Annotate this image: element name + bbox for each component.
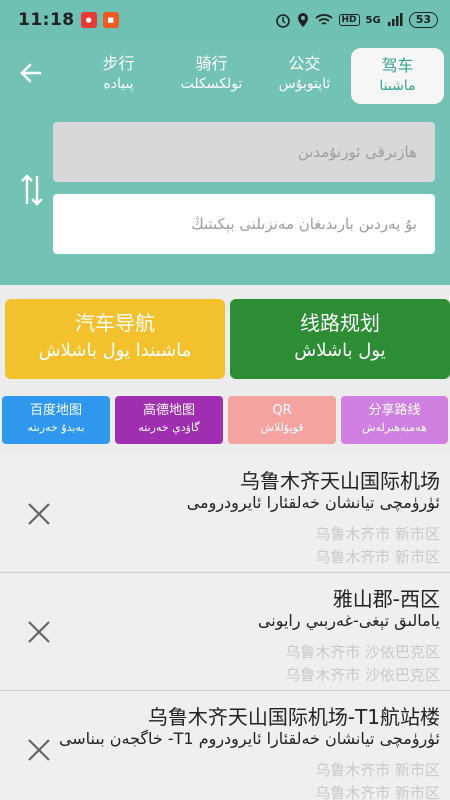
car-navigation-button[interactable]: 汽车导航 ماشىندا يول باشلاش [5, 299, 225, 379]
share-route-zh: 分享路线 [368, 403, 421, 418]
tab-walk-ug: پىيادە [103, 76, 134, 92]
destination-input[interactable]: بۇ يەردىن بارىدىغان مەنزىلنى بېكىتىڭ [53, 194, 435, 254]
baidu-map-button[interactable]: 百度地图 بەيدۇ خەرىتە [2, 396, 110, 444]
tab-bus-ug: ئاپتوبۇس [278, 76, 331, 92]
alarm-icon [275, 14, 290, 28]
baidu-map-zh: 百度地图 [29, 403, 82, 418]
amap-button[interactable]: 高德地图 گاۋدې خەرىتە [115, 396, 223, 444]
car-navigation-zh: 汽车导航 [75, 311, 155, 335]
tab-walk[interactable]: 步行 پىيادە [72, 46, 165, 106]
swap-vertical-icon [21, 174, 43, 206]
amap-zh: 高德地图 [142, 403, 195, 418]
route-header: 步行 پىيادە 骑行 تولكسكلت 公交 ئاپتوبۇس 驾车 ماش… [0, 40, 450, 285]
baidu-map-ug: بەيدۇ خەرىتە [27, 421, 85, 434]
tab-drive[interactable]: 驾车 ماشىنا [351, 48, 444, 104]
swap-button[interactable] [20, 170, 44, 210]
place-location: 乌鲁木齐市 沙依巴克区 [285, 643, 440, 661]
place-subtitle: يامالىق تېغى-غەربىي رايونى [257, 611, 440, 630]
qr-zh: QR [272, 403, 292, 418]
history-list: 乌鲁木齐天山国际机场 ئۈرۈمچى تيانشان خەلقئارا ئاير… [0, 455, 450, 800]
hd-badge: HD [338, 14, 360, 26]
car-navigation-ug: ماشىندا يول باشلاش [38, 340, 192, 361]
app-notification-icon-2: ■ [102, 12, 119, 28]
arrow-left-icon [20, 63, 42, 83]
tab-cycle-ug: تولكسكلت [180, 76, 243, 92]
travel-mode-tabs: 步行 پىيادە 骑行 تولكسكلت 公交 ئاپتوبۇس 驾车 ماش… [72, 46, 444, 106]
qr-button[interactable]: QR قويۇللاش [228, 396, 336, 444]
place-location-2: 乌鲁木齐市 沙依巴克区 [285, 666, 440, 684]
tab-bus[interactable]: 公交 ئاپتوبۇس [258, 46, 351, 106]
signal-icon [387, 13, 403, 26]
place-title: 乌鲁木齐天山国际机场-T1航站楼 [147, 705, 440, 729]
place-location-2: 乌鲁木齐市 新市区 [315, 548, 440, 566]
tab-drive-ug: ماشىنا [379, 78, 416, 94]
route-planning-button[interactable]: 线路规划 يول باشلاش [230, 299, 450, 379]
place-location-2: 乌鲁木齐市 新市区 [315, 784, 440, 800]
close-icon[interactable] [26, 619, 52, 645]
qr-ug: قويۇللاش [260, 421, 304, 434]
tab-bus-zh: 公交 [288, 54, 321, 73]
place-title: 乌鲁木齐天山国际机场 [240, 469, 440, 493]
close-icon[interactable] [26, 501, 52, 527]
place-subtitle: ئۈرۈمچى تيانشان خەلقئارا ئايرودروم T1- خ… [58, 729, 440, 748]
route-planning-ug: يول باشلاش [294, 340, 386, 361]
list-item[interactable]: 雅山郡-西区 يامالىق تېغى-غەربىي رايونى 乌鲁木齐市 … [0, 573, 450, 691]
origin-input[interactable]: ھازىرقى ئورنۇمدىن [53, 122, 435, 182]
list-item[interactable]: 乌鲁木齐天山国际机场-T1航站楼 ئۈرۈمچى تيانشان خەلقئار… [0, 691, 450, 800]
back-button[interactable] [18, 60, 52, 94]
place-location: 乌鲁木齐市 新市区 [315, 761, 440, 779]
place-subtitle: ئۈرۈمچى تيانشان خەلقئارا ئايرودرومى [186, 493, 440, 512]
tab-cycle-zh: 骑行 [195, 54, 228, 73]
status-bar: 11:18 ● ■ HD 5G 53 [0, 0, 450, 40]
tab-walk-zh: 步行 [102, 54, 135, 73]
app-notification-icon: ● [80, 12, 97, 28]
tab-drive-zh: 驾车 [381, 56, 414, 75]
list-item[interactable]: 乌鲁木齐天山国际机场 ئۈرۈمچى تيانشان خەلقئارا ئاير… [0, 455, 450, 573]
place-title: 雅山郡-西区 [332, 587, 440, 611]
route-planning-zh: 线路规划 [300, 311, 380, 335]
battery-indicator: 53 [408, 12, 438, 28]
location-icon [297, 13, 308, 27]
status-icons: HD 5G 53 [275, 12, 438, 28]
share-route-ug: ھەمبەھىرلەش [362, 421, 427, 434]
tab-cycle[interactable]: 骑行 تولكسكلت [165, 46, 258, 106]
place-location: 乌鲁木齐市 新市区 [315, 525, 440, 543]
share-route-button[interactable]: 分享路线 ھەمبەھىرلەش [341, 396, 448, 444]
wifi-icon [314, 14, 333, 25]
network-label: 5G [365, 14, 381, 26]
close-icon[interactable] [26, 737, 52, 763]
status-time: 11:18 [18, 10, 75, 30]
amap-ug: گاۋدې خەرىتە [138, 421, 200, 434]
